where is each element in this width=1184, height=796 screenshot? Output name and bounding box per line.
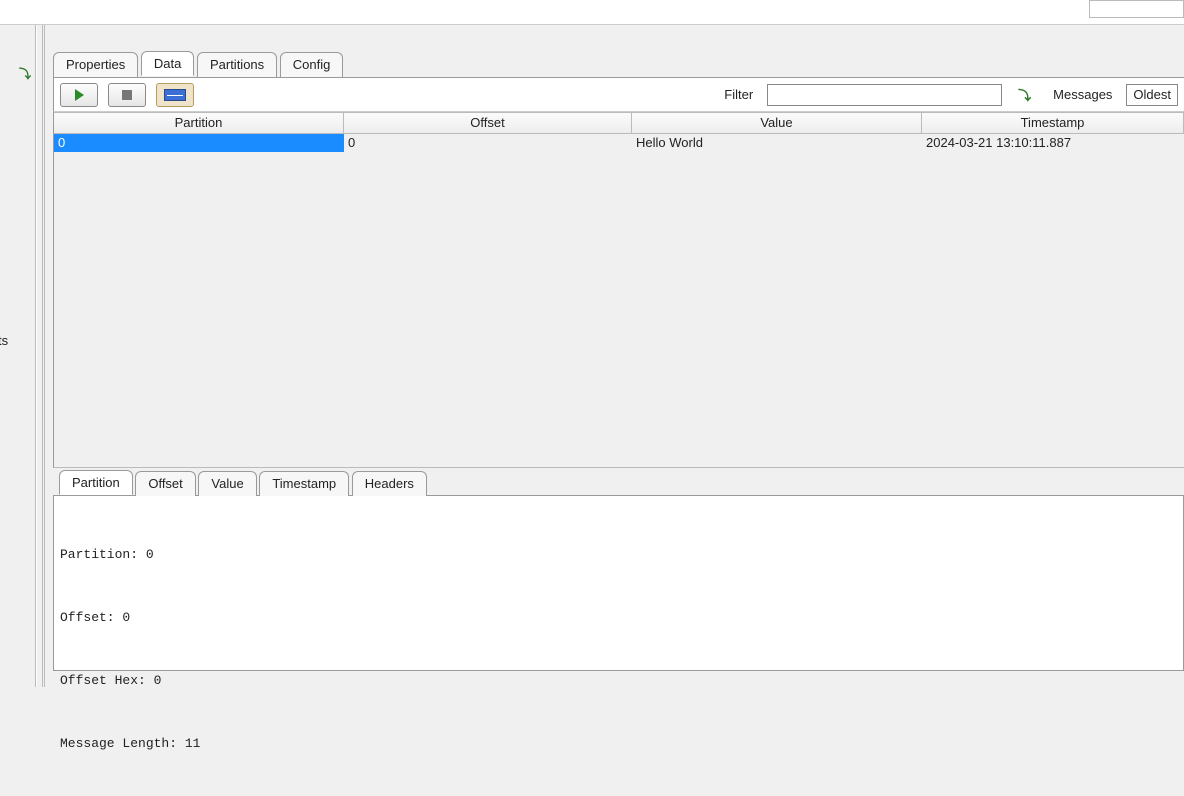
detail-offset-hex: Offset Hex: 0 bbox=[60, 670, 1177, 691]
detail-tab-partition[interactable]: Partition bbox=[59, 470, 133, 495]
main-panel: Properties Data Partitions Config Filter… bbox=[45, 25, 1184, 687]
col-header-partition[interactable]: Partition bbox=[54, 113, 344, 133]
col-header-offset[interactable]: Offset bbox=[344, 113, 632, 133]
detail-tab-headers[interactable]: Headers bbox=[352, 471, 427, 496]
messages-mode-select[interactable]: Oldest bbox=[1126, 84, 1178, 106]
keyboard-icon bbox=[164, 89, 186, 101]
tab-data[interactable]: Data bbox=[141, 51, 194, 76]
col-header-timestamp[interactable]: Timestamp bbox=[922, 113, 1184, 133]
top-right-box bbox=[1089, 0, 1184, 18]
play-button[interactable] bbox=[60, 83, 98, 107]
stop-icon bbox=[122, 90, 132, 100]
filter-apply-icon[interactable]: ⤵ bbox=[1012, 85, 1037, 104]
dropdown-arrow-icon[interactable]: ⤵ bbox=[19, 65, 31, 82]
col-header-value[interactable]: Value bbox=[632, 113, 922, 133]
tab-partitions[interactable]: Partitions bbox=[197, 52, 277, 77]
stop-button[interactable] bbox=[108, 83, 146, 107]
tab-properties[interactable]: Properties bbox=[53, 52, 138, 77]
detail-tabrow: Partition Offset Value Timestamp Headers bbox=[53, 470, 1184, 495]
cell-timestamp[interactable]: 2024-03-21 13:10:11.887 bbox=[922, 134, 1184, 152]
cell-value[interactable]: Hello World bbox=[632, 134, 922, 152]
filter-input[interactable] bbox=[767, 84, 1002, 106]
detail-tab-offset[interactable]: Offset bbox=[135, 471, 195, 496]
table-row[interactable]: 0 0 Hello World 2024-03-21 13:10:11.887 bbox=[54, 134, 1184, 152]
detail-tab-value[interactable]: Value bbox=[198, 471, 256, 496]
table-body: 0 0 Hello World 2024-03-21 13:10:11.887 bbox=[53, 134, 1184, 468]
detail-body: Partition: 0 Offset: 0 Offset Hex: 0 Mes… bbox=[53, 496, 1184, 671]
detail-offset: Offset: 0 bbox=[60, 607, 1177, 628]
vertical-splitter[interactable] bbox=[36, 25, 45, 687]
tab-config[interactable]: Config bbox=[280, 52, 344, 77]
detail-tab-timestamp[interactable]: Timestamp bbox=[259, 471, 349, 496]
table-header: Partition Offset Value Timestamp bbox=[53, 112, 1184, 134]
data-toolbar: Filter ⤵ Messages Oldest bbox=[53, 78, 1184, 112]
cell-offset[interactable]: 0 bbox=[344, 134, 632, 152]
left-text-fragment: ts bbox=[0, 333, 8, 348]
filter-label: Filter bbox=[724, 87, 753, 102]
left-panel: ⤵ ts bbox=[0, 25, 36, 687]
keyboard-toggle-button[interactable] bbox=[156, 83, 194, 107]
main-tabrow: Properties Data Partitions Config bbox=[45, 51, 1184, 77]
detail-msg-length: Message Length: 11 bbox=[60, 733, 1177, 754]
messages-label: Messages bbox=[1053, 87, 1112, 102]
detail-panel: Partition Offset Value Timestamp Headers… bbox=[53, 470, 1184, 671]
cell-partition[interactable]: 0 bbox=[54, 134, 344, 152]
play-icon bbox=[75, 89, 84, 101]
top-bar bbox=[0, 0, 1184, 25]
detail-partition: Partition: 0 bbox=[60, 544, 1177, 565]
